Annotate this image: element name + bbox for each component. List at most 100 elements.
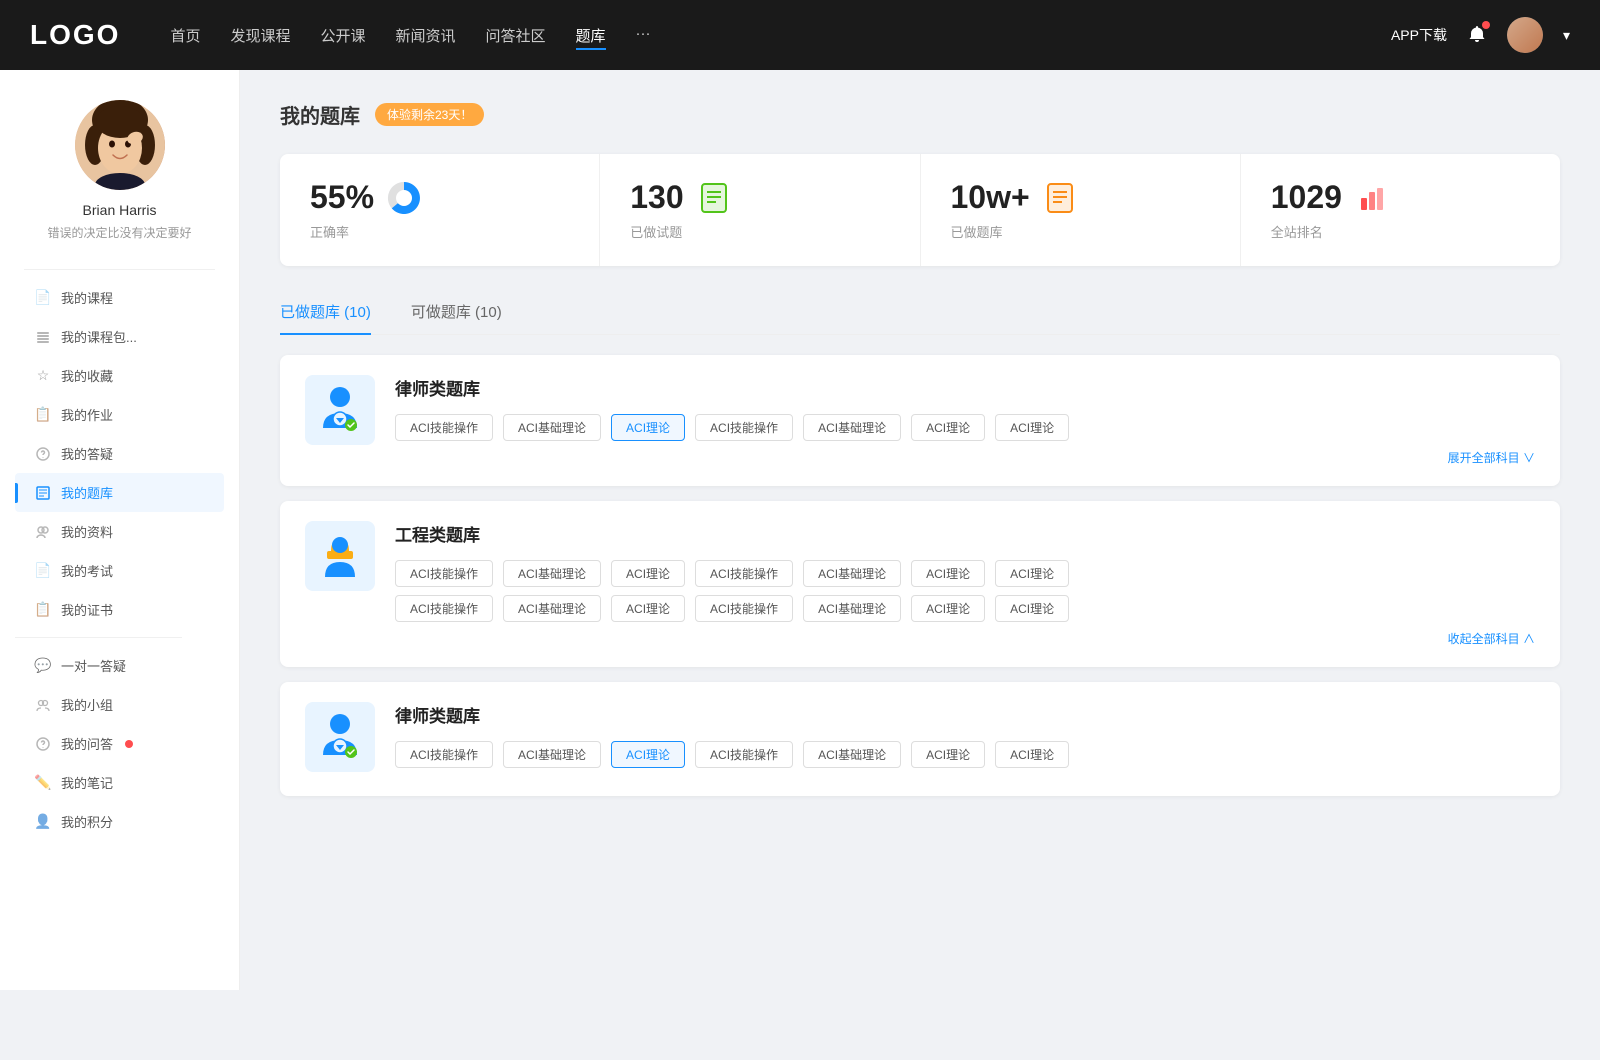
tag-eng-5[interactable]: ACI理论 xyxy=(911,560,985,587)
sidebar-item-question-bank[interactable]: 我的题库 xyxy=(15,473,224,512)
tag-lawyer-2-1[interactable]: ACI基础理论 xyxy=(503,741,601,768)
bank-card-lawyer-1-top: 律师类题库 ACI技能操作 ACI基础理论 ACI理论 ACI技能操作 ACI基… xyxy=(305,375,1535,466)
nav-more[interactable]: ··· xyxy=(636,21,651,50)
sidebar-item-group[interactable]: 我的小组 xyxy=(15,685,224,724)
tag-lawyer-1-6[interactable]: ACI理论 xyxy=(995,414,1069,441)
pie-chart-icon xyxy=(386,180,422,216)
nav-right: APP下载 ▾ xyxy=(1391,17,1570,53)
homework-icon: 📋 xyxy=(35,407,51,423)
sidebar-item-certificate[interactable]: 📋 我的证书 xyxy=(15,590,224,629)
tag-lawyer-2-4[interactable]: ACI基础理论 xyxy=(803,741,901,768)
sidebar-avatar xyxy=(75,100,165,190)
my-qa-icon xyxy=(35,736,51,752)
notification-dot xyxy=(1482,21,1490,29)
tab-available-banks[interactable]: 可做题库 (10) xyxy=(411,291,522,334)
notes-green-icon xyxy=(696,180,732,216)
qa-icon xyxy=(35,446,51,462)
notification-bell[interactable] xyxy=(1467,24,1487,47)
stat-accuracy-value: 55% xyxy=(310,179,374,216)
sidebar-motto: 错误的决定比没有决定要好 xyxy=(47,224,191,241)
tag-lawyer-2-6[interactable]: ACI理论 xyxy=(995,741,1069,768)
avatar-portrait xyxy=(75,100,165,190)
bank-card-lawyer-2-top: 律师类题库 ACI技能操作 ACI基础理论 ACI理论 ACI技能操作 ACI基… xyxy=(305,702,1535,776)
tag-eng-r2-4[interactable]: ACI基础理论 xyxy=(803,595,901,622)
tag-eng-2[interactable]: ACI理论 xyxy=(611,560,685,587)
tag-lawyer-1-0[interactable]: ACI技能操作 xyxy=(395,414,493,441)
nav-home[interactable]: 首页 xyxy=(170,21,200,50)
page-header: 我的题库 体验剩余23天！ xyxy=(280,100,1560,129)
tag-lawyer-2-0[interactable]: ACI技能操作 xyxy=(395,741,493,768)
avatar-image xyxy=(1507,17,1543,53)
course-package-icon xyxy=(35,329,51,345)
tag-eng-4[interactable]: ACI基础理论 xyxy=(803,560,901,587)
sidebar-item-homework[interactable]: 📋 我的作业 xyxy=(15,395,224,434)
accuracy-pie-icon xyxy=(386,180,422,216)
nav-discover[interactable]: 发现课程 xyxy=(230,21,290,50)
main-content: 我的题库 体验剩余23天！ 55% xyxy=(240,70,1600,990)
stat-done-banks: 10w+ 已做题库 xyxy=(921,154,1241,266)
course-icon: 📄 xyxy=(35,290,51,306)
sidebar-item-my-qa[interactable]: 我的问答 xyxy=(15,724,224,763)
tag-lawyer-2-3[interactable]: ACI技能操作 xyxy=(695,741,793,768)
sidebar-item-qa[interactable]: 我的答疑 xyxy=(15,434,224,473)
tag-lawyer-2-5[interactable]: ACI理论 xyxy=(911,741,985,768)
sidebar-item-exam[interactable]: 📄 我的考试 xyxy=(15,551,224,590)
sidebar-item-course-package[interactable]: 我的课程包... xyxy=(15,317,224,356)
tab-done-banks[interactable]: 已做题库 (10) xyxy=(280,291,391,334)
notes-icon: ✏️ xyxy=(35,775,51,791)
tag-eng-r2-2[interactable]: ACI理论 xyxy=(611,595,685,622)
bank-card-engineer-top: 工程类题库 ACI技能操作 ACI基础理论 ACI理论 ACI技能操作 ACI基… xyxy=(305,521,1535,647)
lawyer-icon-wrap-2 xyxy=(305,702,375,772)
bank-card-engineer: 工程类题库 ACI技能操作 ACI基础理论 ACI理论 ACI技能操作 ACI基… xyxy=(280,501,1560,667)
tag-eng-r2-1[interactable]: ACI基础理论 xyxy=(503,595,601,622)
app-download-link[interactable]: APP下载 xyxy=(1391,25,1447,45)
sidebar-item-notes[interactable]: ✏️ 我的笔记 xyxy=(15,763,224,802)
stat-done-top: 130 xyxy=(630,179,889,216)
nav-dropdown-arrow[interactable]: ▾ xyxy=(1563,27,1570,44)
bank-tags-lawyer-2: ACI技能操作 ACI基础理论 ACI理论 ACI技能操作 ACI基础理论 AC… xyxy=(395,741,1535,768)
sidebar-item-favorites[interactable]: ☆ 我的收藏 xyxy=(15,356,224,395)
nav-news[interactable]: 新闻资讯 xyxy=(396,21,456,50)
tag-eng-r2-6[interactable]: ACI理论 xyxy=(995,595,1069,622)
sidebar: Brian Harris 错误的决定比没有决定要好 📄 我的课程 我的课程包..… xyxy=(0,70,240,990)
tag-eng-r2-5[interactable]: ACI理论 xyxy=(911,595,985,622)
user-avatar[interactable] xyxy=(1507,17,1543,53)
lawyer-icon-1 xyxy=(313,383,368,438)
materials-icon xyxy=(35,524,51,540)
logo[interactable]: LOGO xyxy=(30,19,120,51)
sidebar-item-materials[interactable]: 我的资料 xyxy=(15,512,224,551)
tag-eng-6[interactable]: ACI理论 xyxy=(995,560,1069,587)
document-green-icon xyxy=(698,182,730,214)
bar-chart-icon xyxy=(1356,182,1388,214)
tag-lawyer-1-5[interactable]: ACI理论 xyxy=(911,414,985,441)
sidebar-divider-mid xyxy=(15,637,182,638)
stat-ranking: 1029 全站排名 xyxy=(1241,154,1560,266)
tag-eng-0[interactable]: ACI技能操作 xyxy=(395,560,493,587)
tag-lawyer-1-1[interactable]: ACI基础理论 xyxy=(503,414,601,441)
tag-lawyer-1-3[interactable]: ACI技能操作 xyxy=(695,414,793,441)
bank-tags-engineer-row1: ACI技能操作 ACI基础理论 ACI理论 ACI技能操作 ACI基础理论 AC… xyxy=(395,560,1535,587)
stat-ranking-label: 全站排名 xyxy=(1271,222,1530,241)
tag-eng-r2-3[interactable]: ACI技能操作 xyxy=(695,595,793,622)
bank-content-engineer: 工程类题库 ACI技能操作 ACI基础理论 ACI理论 ACI技能操作 ACI基… xyxy=(395,521,1535,647)
sidebar-divider-top xyxy=(24,269,215,270)
nav-open-course[interactable]: 公开课 xyxy=(320,21,365,50)
lawyer-icon-2 xyxy=(313,710,368,765)
collapse-link-engineer[interactable]: 收起全部科目 ∧ xyxy=(395,630,1535,647)
stat-ranking-value: 1029 xyxy=(1271,179,1342,216)
sidebar-item-course[interactable]: 📄 我的课程 xyxy=(15,278,224,317)
sidebar-item-1on1[interactable]: 💬 一对一答疑 xyxy=(15,646,224,685)
sidebar-item-points[interactable]: 👤 我的积分 xyxy=(15,802,224,841)
nav-question-bank[interactable]: 题库 xyxy=(576,21,606,50)
nav-links: 首页 发现课程 公开课 新闻资讯 问答社区 题库 ··· xyxy=(170,21,1391,50)
tag-lawyer-1-2[interactable]: ACI理论 xyxy=(611,414,685,441)
stat-done-label: 已做试题 xyxy=(630,222,889,241)
expand-link-lawyer-1[interactable]: 展开全部科目 ∨ xyxy=(395,449,1535,466)
tag-lawyer-1-4[interactable]: ACI基础理论 xyxy=(803,414,901,441)
tag-eng-3[interactable]: ACI技能操作 xyxy=(695,560,793,587)
tag-eng-r2-0[interactable]: ACI技能操作 xyxy=(395,595,493,622)
tag-lawyer-2-2[interactable]: ACI理论 xyxy=(611,741,685,768)
nav-qa[interactable]: 问答社区 xyxy=(486,21,546,50)
navbar: LOGO 首页 发现课程 公开课 新闻资讯 问答社区 题库 ··· APP下载 … xyxy=(0,0,1600,70)
tag-eng-1[interactable]: ACI基础理论 xyxy=(503,560,601,587)
